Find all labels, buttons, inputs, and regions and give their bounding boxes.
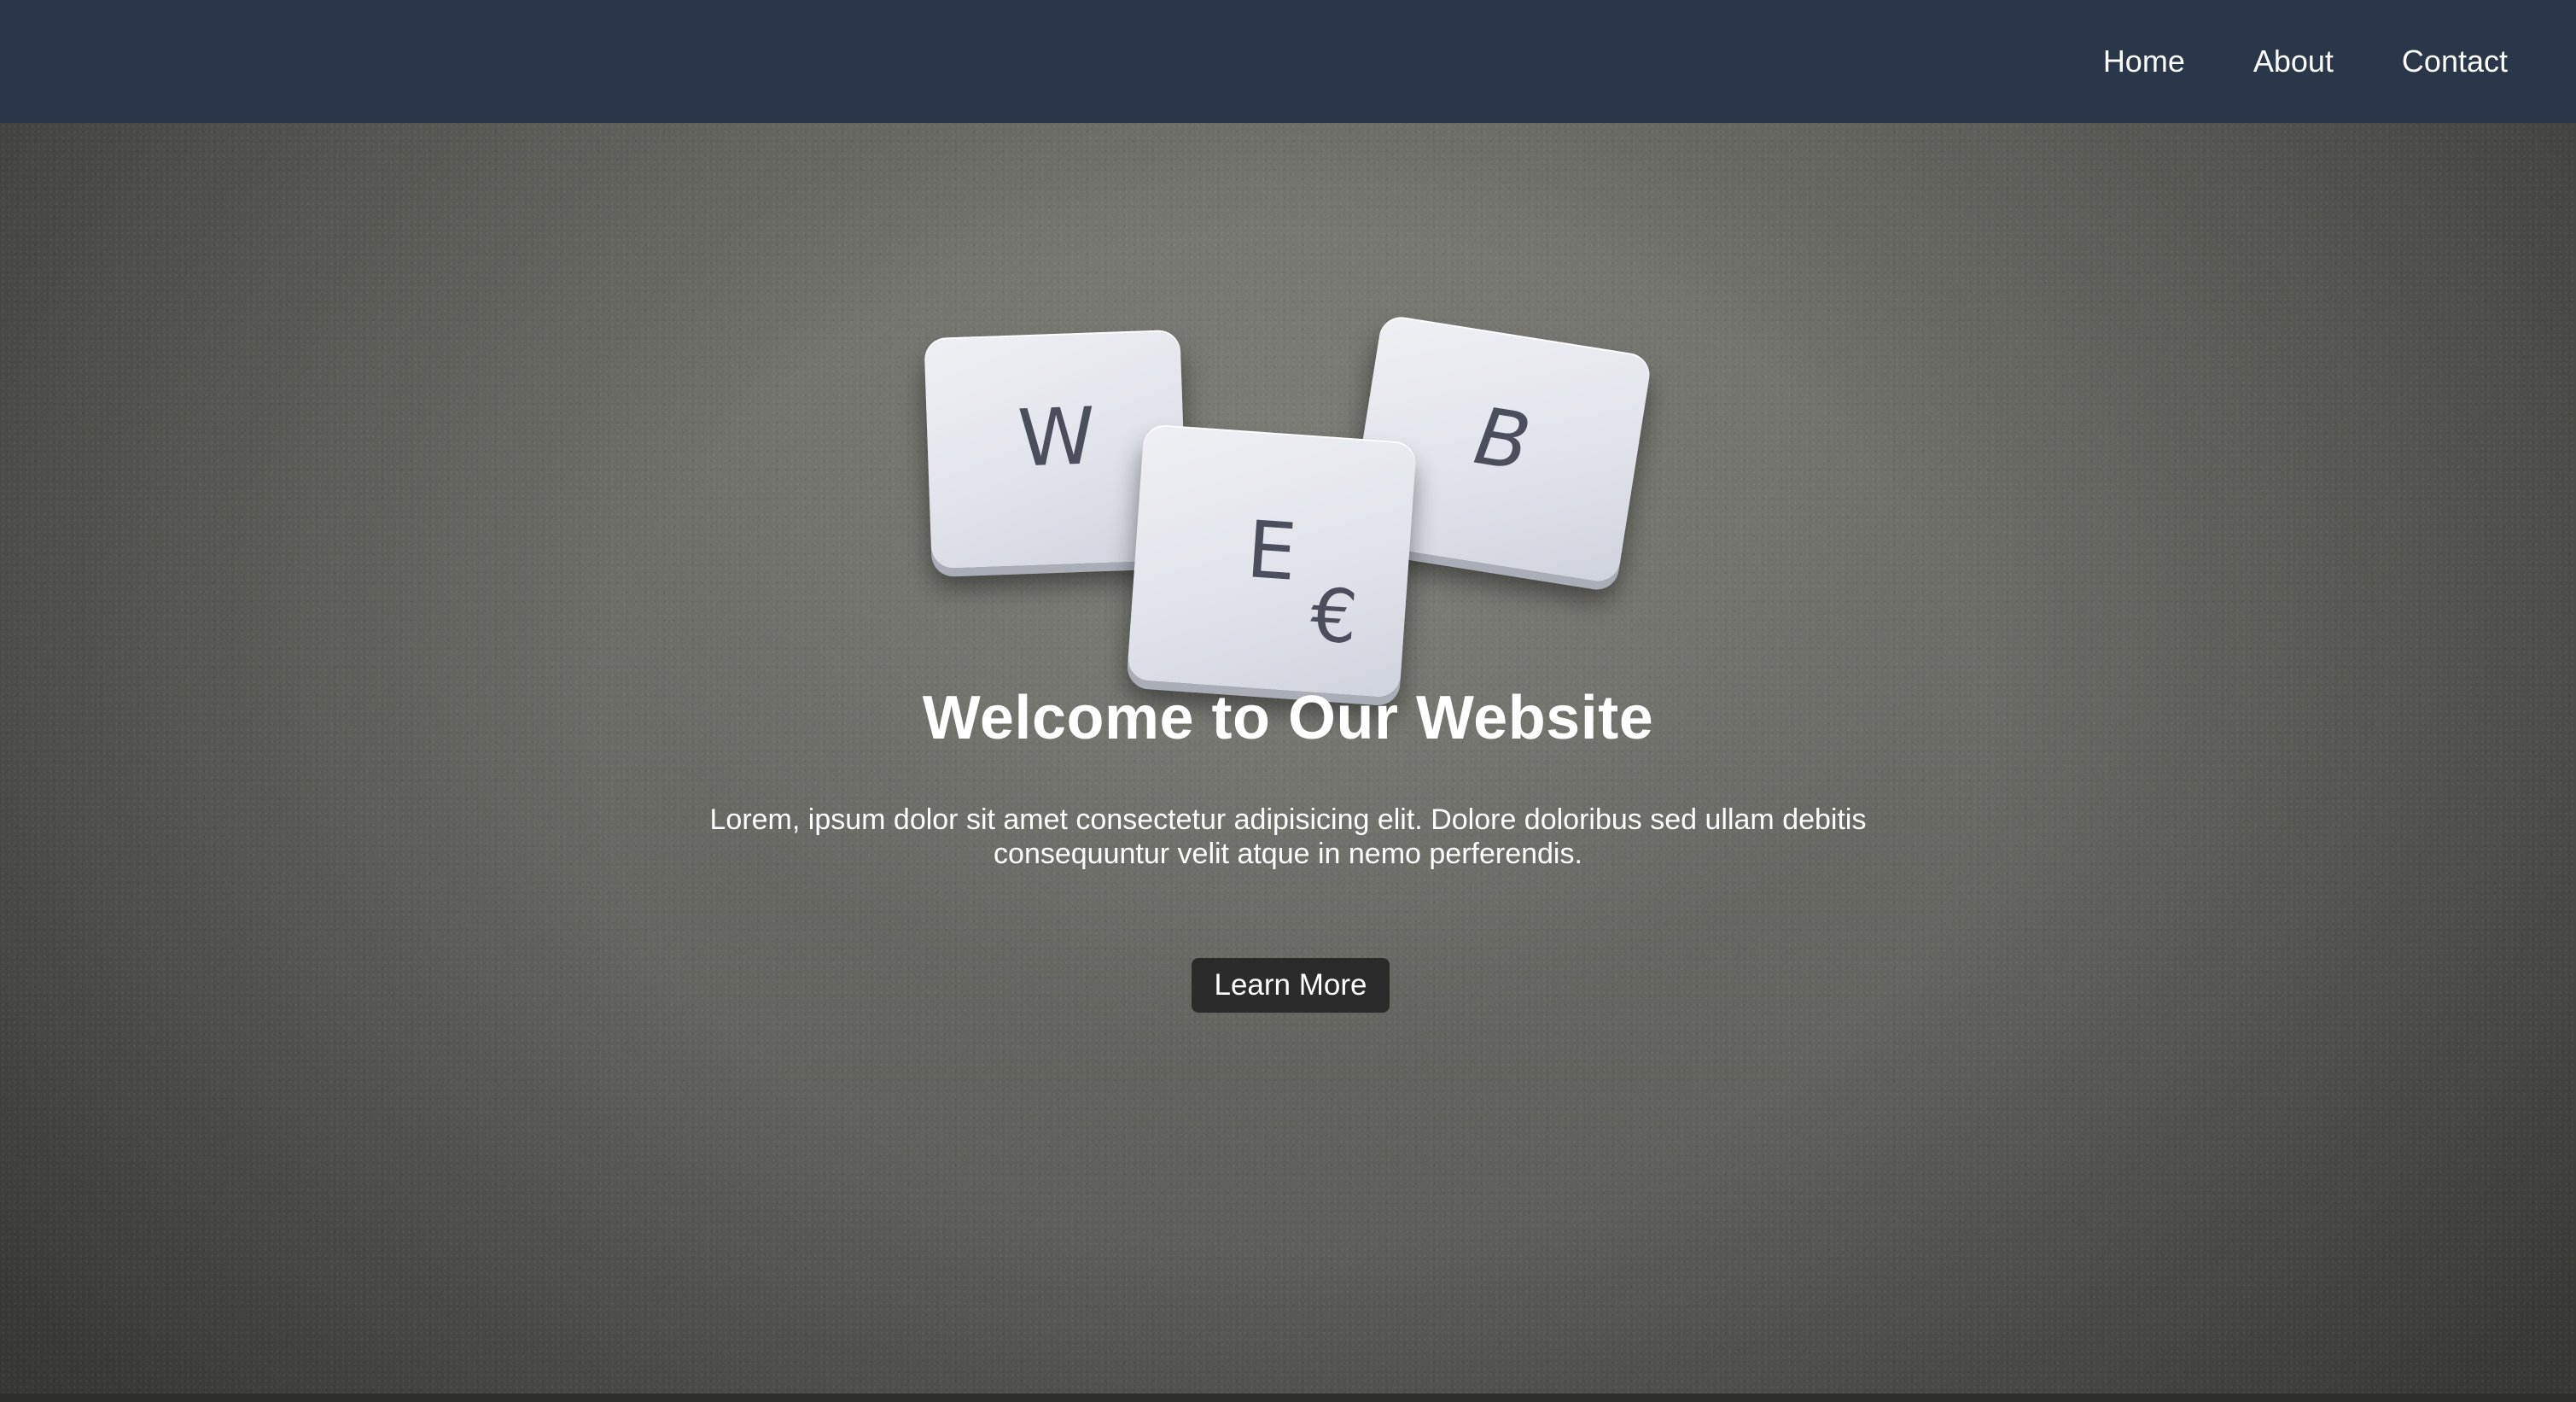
nav-menu: Home About Contact [2069,0,2542,123]
hero-section: W B E € [0,123,2576,1393]
bottom-border [0,1393,2576,1402]
nav-about-link[interactable]: About [2219,44,2368,79]
hero-subtitle-line-2: consequuntur velit atque in nemo perfere… [994,838,1582,870]
hero-title: Welcome to Our Website [922,684,1654,752]
nav-contact-link[interactable]: Contact [2368,44,2542,79]
tile-letter-b: B [1468,390,1536,489]
page: Home About Contact W B E € Welcome to Ou… [0,0,2576,1402]
letter-tile-e: E € [1126,424,1418,698]
hero-image-tiles: W B E € [905,294,1673,738]
tile-letter-e: E [1244,504,1300,599]
tile-letter-w: W [1016,390,1098,485]
hero-subtitle: Lorem, ipsum dolor sit amet consectetur … [0,803,2576,871]
learn-more-button[interactable]: Learn More [1192,958,1390,1013]
tile-euro-symbol: € [1308,572,1361,662]
top-navbar: Home About Contact [0,0,2576,123]
hero-subtitle-line-1: Lorem, ipsum dolor sit amet consectetur … [709,803,1867,836]
nav-home-link[interactable]: Home [2069,44,2219,79]
